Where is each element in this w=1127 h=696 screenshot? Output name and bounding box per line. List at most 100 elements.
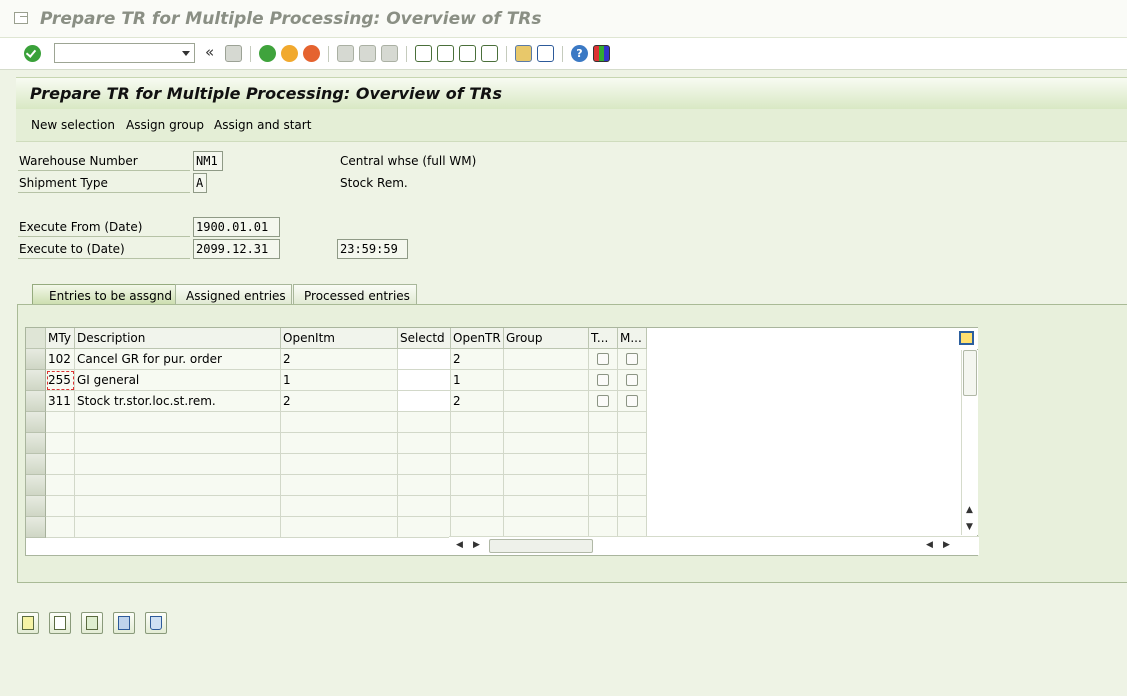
empty-table-cell[interactable] [398,454,451,475]
row-selector[interactable] [26,433,46,454]
column-header-mty[interactable]: MTy [46,328,75,349]
print-icon[interactable] [337,45,354,62]
exit-icon[interactable] [281,45,298,62]
empty-table-cell[interactable] [589,496,618,517]
collapse-icon[interactable]: « [205,43,214,61]
change-button[interactable] [49,612,71,634]
checkbox-t[interactable] [597,353,609,365]
column-header-selectd[interactable]: Selectd [398,328,451,349]
details-button[interactable] [17,612,39,634]
row-selector[interactable] [26,412,46,433]
execute-to-time-field[interactable]: 23:59:59 [337,239,408,259]
empty-table-cell[interactable] [75,517,281,538]
execute-from-date-field[interactable]: 1900.01.01 [193,217,280,237]
checkbox-m[interactable] [626,395,638,407]
empty-table-cell[interactable] [46,475,75,496]
empty-table-cell[interactable] [75,496,281,517]
empty-table-cell[interactable] [618,475,647,496]
empty-table-cell[interactable] [281,517,398,538]
empty-table-cell[interactable] [46,412,75,433]
cancel-icon[interactable] [303,45,320,62]
empty-table-cell[interactable] [589,433,618,454]
first-page-icon[interactable] [415,45,432,62]
horizontal-scrollbar[interactable]: ◀ ▶ ◀ ▶ [449,536,979,555]
table-cell-group[interactable] [504,391,589,412]
empty-table-cell[interactable] [451,475,504,496]
assign-group-button[interactable]: Assign group [126,118,204,132]
empty-table-cell[interactable] [451,454,504,475]
empty-table-cell[interactable] [398,475,451,496]
empty-table-cell[interactable] [504,412,589,433]
vertical-scrollbar[interactable]: ▲ ▼ [961,350,978,535]
scroll-down-icon[interactable]: ▼ [966,522,973,532]
empty-table-cell[interactable] [618,496,647,517]
delete-button[interactable] [145,612,167,634]
table-cell-openitm[interactable]: 2 [281,349,398,370]
empty-table-cell[interactable] [398,412,451,433]
empty-table-cell[interactable] [618,433,647,454]
column-header-description[interactable]: Description [75,328,281,349]
new-selection-button[interactable]: New selection [31,118,115,132]
table-cell-description[interactable]: GI general [75,370,281,391]
empty-table-cell[interactable] [589,475,618,496]
table-cell-mty-focused[interactable]: 255 [46,370,75,391]
table-cell-description[interactable]: Stock tr.stor.loc.st.rem. [75,391,281,412]
table-cell-group[interactable] [504,370,589,391]
command-field[interactable] [54,43,195,63]
column-header-openitm[interactable]: OpenItm [281,328,398,349]
empty-table-cell[interactable] [589,412,618,433]
execute-to-date-field[interactable]: 2099.12.31 [193,239,280,259]
table-cell-selectd-input[interactable] [398,370,451,391]
calculator-button[interactable] [113,612,135,634]
empty-table-cell[interactable] [589,517,618,538]
empty-table-cell[interactable] [398,433,451,454]
tab-assigned-entries[interactable]: Assigned entries [175,284,292,305]
empty-table-cell[interactable] [281,454,398,475]
horizontal-scroll-thumb[interactable] [489,539,593,553]
empty-table-cell[interactable] [504,475,589,496]
table-settings-icon[interactable] [959,331,974,345]
find-next-icon[interactable] [381,45,398,62]
empty-table-cell[interactable] [46,517,75,538]
table-cell-selectd-input[interactable] [398,391,451,412]
empty-table-cell[interactable] [504,454,589,475]
row-selector[interactable] [26,517,46,538]
empty-table-cell[interactable] [75,412,281,433]
table-cell-mty[interactable]: 311 [46,391,75,412]
shipment-type-field[interactable]: A [193,173,207,193]
tab-processed-entries[interactable]: Processed entries [293,284,417,305]
empty-table-cell[interactable] [75,433,281,454]
table-cell-opentr[interactable]: 1 [451,370,504,391]
tab-entries-to-be-assigned[interactable]: Entries to be assgnd [32,284,191,306]
row-selector[interactable] [26,454,46,475]
empty-table-cell[interactable] [618,517,647,538]
find-icon[interactable] [359,45,376,62]
shortcut-icon[interactable] [537,45,554,62]
empty-table-cell[interactable] [504,433,589,454]
scroll-right-icon[interactable]: ▶ [473,540,480,550]
checkbox-t[interactable] [597,395,609,407]
row-selector[interactable] [26,349,46,370]
row-selector[interactable] [26,391,46,412]
empty-table-cell[interactable] [618,454,647,475]
empty-table-cell[interactable] [504,496,589,517]
checkbox-m[interactable] [626,353,638,365]
column-header-group[interactable]: Group [504,328,589,349]
column-header-opentr[interactable]: OpenTR [451,328,504,349]
customize-layout-icon[interactable] [593,45,610,62]
scroll-up-icon[interactable]: ▲ [966,505,973,515]
empty-table-cell[interactable] [75,475,281,496]
warehouse-number-field[interactable]: NM1 [193,151,223,171]
empty-table-cell[interactable] [451,517,504,538]
table-cell-opentr[interactable]: 2 [451,391,504,412]
scroll-left-end-icon[interactable]: ◀ [926,540,933,550]
menu-icon[interactable] [14,12,28,24]
vertical-scroll-thumb[interactable] [963,350,977,396]
empty-table-cell[interactable] [46,433,75,454]
scroll-left-icon[interactable]: ◀ [456,540,463,550]
empty-table-cell[interactable] [46,454,75,475]
table-cell-selectd-input[interactable] [398,349,451,370]
empty-table-cell[interactable] [398,496,451,517]
chevron-down-icon[interactable] [182,51,190,56]
empty-table-cell[interactable] [398,517,451,538]
